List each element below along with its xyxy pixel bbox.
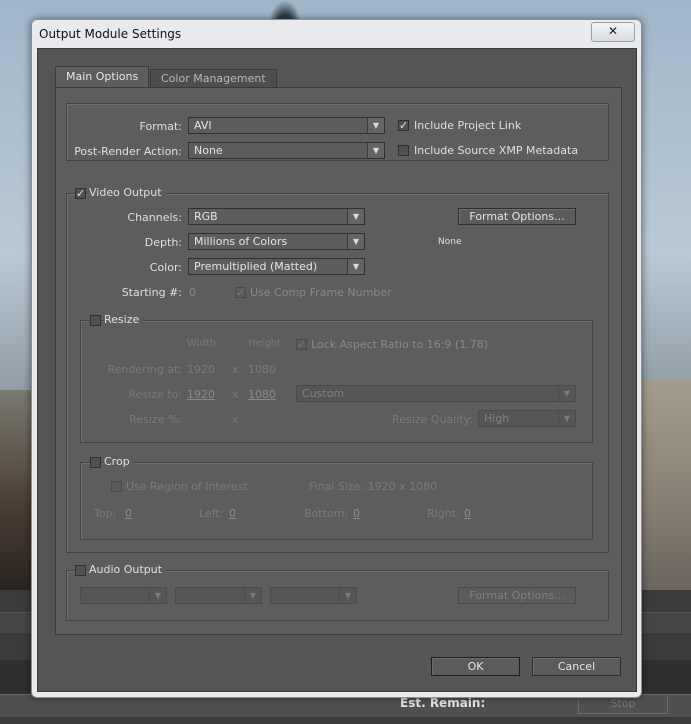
- use-comp-frame-checkbox[interactable]: ✓: [235, 287, 246, 298]
- rendering-x: x: [232, 363, 239, 376]
- chevron-down-icon: ▼: [367, 118, 384, 133]
- tab-main-options[interactable]: Main Options: [55, 66, 150, 89]
- background-plaza: [640, 380, 691, 590]
- use-comp-frame-label: Use Comp Frame Number: [250, 286, 392, 299]
- output-module-settings-dialog: Output Module Settings ✕ Main Options Co…: [31, 19, 642, 698]
- lock-aspect-label: Lock Aspect Ratio to 16:9 (1.78): [311, 338, 488, 351]
- depth-dropdown[interactable]: Millions of Colors ▼: [188, 233, 365, 250]
- cancel-button[interactable]: Cancel: [532, 657, 621, 676]
- roi-label: Use Region of Interest: [126, 480, 248, 493]
- post-render-value: None: [194, 144, 223, 157]
- crop-top-field[interactable]: 0: [125, 507, 132, 520]
- depth-label: Depth:: [144, 236, 182, 249]
- resize-preset-dropdown[interactable]: Custom ▼: [296, 385, 576, 402]
- depth-value: Millions of Colors: [194, 235, 288, 248]
- chevron-down-icon: ▼: [367, 143, 384, 158]
- resize-quality-label: Resize Quality:: [392, 413, 473, 426]
- tab-color-management[interactable]: Color Management: [150, 69, 277, 88]
- audio-channels-dropdown[interactable]: ▼: [270, 587, 357, 604]
- post-render-dropdown[interactable]: None ▼: [188, 142, 385, 159]
- crop-top-label: Top:: [94, 507, 117, 520]
- crop-left-label: Left:: [199, 507, 224, 520]
- resize-x: x: [232, 388, 239, 401]
- resize-to-label: Resize to:: [128, 388, 183, 401]
- crop-label: Crop: [104, 455, 134, 468]
- roi-checkbox[interactable]: [111, 481, 122, 492]
- resize-quality-value: High: [484, 412, 510, 425]
- crop-right-field[interactable]: 0: [464, 507, 471, 520]
- audio-output-label: Audio Output: [89, 563, 166, 576]
- include-xmp-checkbox[interactable]: [398, 145, 409, 156]
- audio-bit-depth-dropdown[interactable]: ▼: [175, 587, 262, 604]
- rendering-height: 1080: [248, 363, 276, 376]
- color-value: Premultiplied (Matted): [194, 260, 318, 273]
- color-dropdown[interactable]: Premultiplied (Matted) ▼: [188, 258, 365, 275]
- chevron-down-icon: ▼: [244, 588, 261, 603]
- audio-output-checkbox[interactable]: [75, 565, 86, 576]
- dialog-title: Output Module Settings: [39, 27, 182, 41]
- include-xmp-label: Include Source XMP Metadata: [414, 144, 579, 157]
- chevron-down-icon: ▼: [149, 588, 166, 603]
- close-button[interactable]: ✕: [591, 22, 635, 42]
- rendering-width: 1920: [187, 363, 215, 376]
- resize-width-field[interactable]: 1920: [187, 388, 215, 401]
- dialog-client-area: Main Options Color Management Format: AV…: [37, 48, 637, 692]
- crop-bottom-label: Bottom:: [304, 507, 349, 520]
- crop-checkbox[interactable]: [90, 457, 101, 468]
- main-options-panel: Format: AVI ▼ ✓ Include Project Link Pos…: [55, 87, 622, 635]
- audio-sample-rate-dropdown[interactable]: ▼: [80, 587, 167, 604]
- height-header: Height: [248, 338, 282, 349]
- video-output-checkbox[interactable]: ✓: [75, 188, 86, 199]
- close-icon: ✕: [607, 24, 619, 38]
- crop-group: [80, 462, 593, 540]
- starting-number-field[interactable]: 0: [189, 286, 196, 299]
- crop-bottom-field[interactable]: 0: [353, 507, 360, 520]
- starting-number-label: Starting #:: [121, 286, 182, 299]
- resize-label: Resize: [104, 313, 144, 326]
- channels-dropdown[interactable]: RGB ▼: [188, 208, 365, 225]
- chevron-down-icon: ▼: [339, 588, 356, 603]
- format-dropdown[interactable]: AVI ▼: [188, 117, 385, 134]
- resize-height-field[interactable]: 1080: [248, 388, 276, 401]
- audio-format-options-button[interactable]: Format Options...: [458, 587, 576, 604]
- channels-label: Channels:: [127, 211, 182, 224]
- codec-value: None: [438, 237, 462, 247]
- chevron-down-icon: ▼: [347, 209, 364, 224]
- chevron-down-icon: ▼: [347, 259, 364, 274]
- lock-aspect-checkbox[interactable]: ✓: [296, 339, 307, 350]
- rendering-at-label: Rendering at:: [107, 363, 182, 376]
- format-value: AVI: [194, 119, 212, 132]
- chevron-down-icon: ▼: [558, 386, 575, 401]
- channels-value: RGB: [194, 210, 218, 223]
- color-label: Color:: [149, 261, 182, 274]
- video-output-label: Video Output: [89, 186, 166, 199]
- video-format-options-button[interactable]: Format Options...: [458, 208, 576, 225]
- resize-percent-label: Resize %:: [129, 413, 182, 426]
- resize-quality-dropdown[interactable]: High ▼: [478, 410, 576, 427]
- resize-checkbox[interactable]: [90, 315, 101, 326]
- post-render-label: Post-Render Action:: [74, 145, 182, 158]
- width-header: Width: [187, 338, 217, 349]
- est-remain-label: Est. Remain:: [400, 696, 486, 710]
- include-project-link-checkbox[interactable]: ✓: [398, 120, 409, 131]
- chevron-down-icon: ▼: [347, 234, 364, 249]
- include-project-link-label: Include Project Link: [414, 119, 522, 132]
- chevron-down-icon: ▼: [558, 411, 575, 426]
- resize-preset-value: Custom: [302, 387, 345, 400]
- background-crowd: [0, 390, 32, 590]
- format-label: Format:: [139, 120, 182, 133]
- ok-button[interactable]: OK: [431, 657, 520, 676]
- crop-left-field[interactable]: 0: [229, 507, 236, 520]
- resize-percent-x: x: [232, 413, 239, 426]
- final-size-label: Final Size: 1920 x 1080: [309, 480, 438, 493]
- crop-right-label: Right:: [427, 507, 460, 520]
